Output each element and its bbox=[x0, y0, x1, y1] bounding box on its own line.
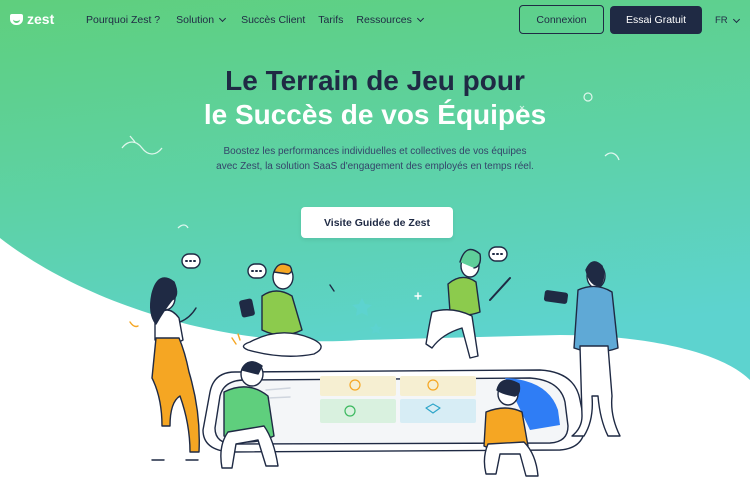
person-woman-kneeling-tablet bbox=[425, 248, 511, 359]
person-woman-standing bbox=[149, 277, 200, 461]
team-illustration bbox=[129, 246, 621, 477]
